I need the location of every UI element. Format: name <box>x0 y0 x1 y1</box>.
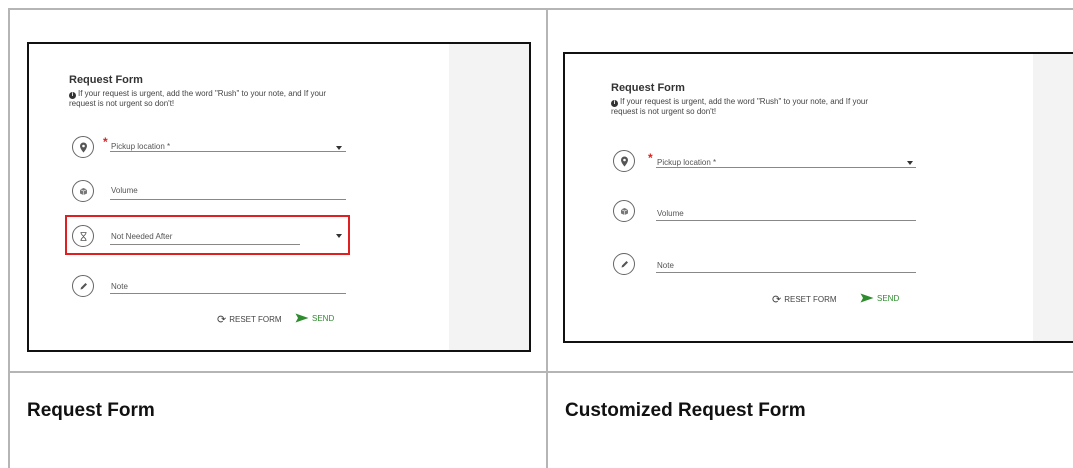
map-pin-icon <box>613 150 635 172</box>
note-underline <box>656 272 916 273</box>
send-arrow-icon <box>860 293 874 303</box>
box-icon <box>613 200 635 222</box>
send-arrow-icon <box>295 313 309 323</box>
info-icon: i <box>611 100 618 107</box>
box-icon <box>72 180 94 202</box>
send-button[interactable]: SEND <box>295 313 334 323</box>
hourglass-icon <box>72 225 94 247</box>
reset-form-label: RESET FORM <box>229 315 282 324</box>
info-text: If your request is urgent, add the word … <box>69 89 327 108</box>
pencil-icon <box>72 275 94 297</box>
refresh-icon: ⟳ <box>772 294 782 306</box>
reset-form-label: RESET FORM <box>784 295 837 304</box>
volume-field[interactable]: Volume <box>111 186 138 195</box>
pickup-location-select[interactable]: Pickup location * <box>111 142 170 151</box>
send-label: SEND <box>312 313 335 323</box>
table-border-row <box>8 371 1073 373</box>
note-field[interactable]: Note <box>111 282 128 291</box>
info-text: If your request is urgent, add the word … <box>611 97 869 116</box>
table-border-middle <box>546 8 548 468</box>
side-panel <box>449 44 529 350</box>
pencil-icon <box>613 253 635 275</box>
table-border-left <box>8 8 10 468</box>
send-label: SEND <box>877 293 900 303</box>
send-button[interactable]: SEND <box>860 293 899 303</box>
info-icon: i <box>69 92 76 99</box>
refresh-icon: ⟳ <box>217 314 227 326</box>
volume-underline <box>656 220 916 221</box>
comparison-table: Request Form i If your request is urgent,… <box>0 0 1073 468</box>
info-note: i If your request is urgent, add the word… <box>69 89 349 109</box>
pickup-underline <box>656 167 916 168</box>
left-caption: Request Form <box>27 400 155 421</box>
pickup-underline <box>110 151 346 152</box>
reset-form-button[interactable]: ⟳ RESET FORM <box>772 293 837 306</box>
not-needed-after-field[interactable]: Not Needed After <box>111 232 172 241</box>
chevron-down-icon[interactable] <box>336 146 342 150</box>
pickup-location-select[interactable]: Pickup location * <box>657 158 716 167</box>
reset-form-button[interactable]: ⟳ RESET FORM <box>217 313 282 326</box>
side-panel <box>1033 54 1073 341</box>
form-title: Request Form <box>69 74 143 86</box>
not-needed-after-underline <box>110 244 300 245</box>
required-star: * <box>103 135 108 149</box>
right-screenshot: Request Form i If your request is urgent,… <box>563 52 1073 343</box>
note-field[interactable]: Note <box>657 261 674 270</box>
chevron-down-icon[interactable] <box>336 234 342 238</box>
highlight-box <box>65 215 350 255</box>
required-star: * <box>648 151 653 165</box>
note-underline <box>110 293 346 294</box>
info-note: i If your request is urgent, add the word… <box>611 97 891 117</box>
volume-underline <box>110 199 346 200</box>
form-title: Request Form <box>611 82 685 94</box>
chevron-down-icon[interactable] <box>907 161 913 165</box>
right-caption: Customized Request Form <box>565 400 806 421</box>
volume-field[interactable]: Volume <box>657 209 684 218</box>
table-border-top <box>8 8 1073 10</box>
map-pin-icon <box>72 136 94 158</box>
left-screenshot: Request Form i If your request is urgent,… <box>27 42 531 352</box>
